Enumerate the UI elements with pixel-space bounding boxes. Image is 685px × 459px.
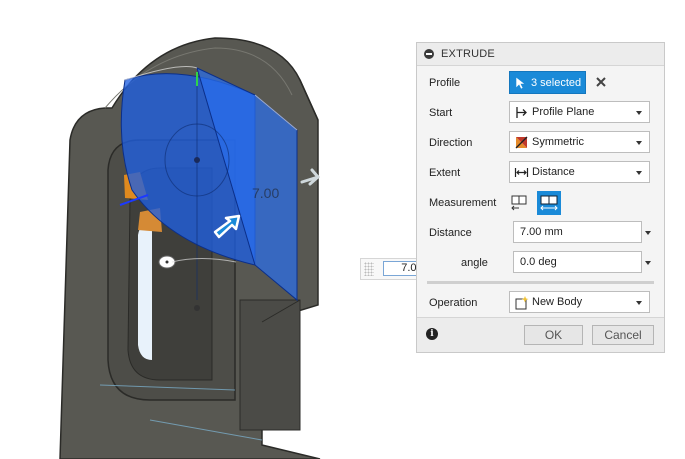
chevron-down-icon: [636, 301, 642, 305]
profile-value: 3 selected: [531, 77, 582, 89]
measurement-label: Measurement: [429, 197, 497, 209]
extent-dropdown[interactable]: Distance: [509, 161, 650, 183]
chevron-down-icon[interactable]: [645, 231, 651, 235]
extent-label: Extent: [429, 167, 461, 179]
panel-footer: i OK Cancel: [417, 317, 664, 352]
direction-dropdown[interactable]: Symmetric: [509, 131, 650, 153]
distance-value: 7.00 mm: [520, 226, 563, 238]
extrude-panel: EXTRUDE Profile 3 selected Start Profile…: [416, 42, 665, 353]
distance-icon: [514, 168, 529, 177]
taper-angle-field[interactable]: 0.0 deg: [513, 251, 642, 273]
measure-one-side-icon[interactable]: [509, 193, 529, 213]
distance-field[interactable]: 7.00 mm: [513, 221, 642, 243]
operation-value: New Body: [532, 296, 583, 308]
taper-angle-label: angle: [461, 257, 488, 269]
chevron-down-icon: [636, 171, 642, 175]
dimension-label: 7.00: [252, 185, 279, 201]
direction-value: Symmetric: [532, 136, 584, 148]
chevron-down-icon: [636, 111, 642, 115]
profile-plane-icon: [516, 107, 527, 118]
panel-title: EXTRUDE: [441, 48, 495, 60]
profile-label: Profile: [429, 77, 461, 89]
operation-dropdown[interactable]: New Body: [509, 291, 650, 313]
ok-button[interactable]: OK: [524, 325, 583, 345]
close-icon[interactable]: [594, 75, 608, 89]
direction-label: Direction: [429, 137, 473, 149]
chevron-down-icon[interactable]: [645, 261, 651, 265]
measure-whole-length-icon[interactable]: [537, 191, 561, 215]
start-label: Start: [429, 107, 453, 119]
taper-angle-value: 0.0 deg: [520, 256, 557, 268]
symmetric-icon: [515, 136, 528, 149]
distance-label: Distance: [429, 227, 472, 239]
cancel-button[interactable]: Cancel: [592, 325, 654, 345]
chevron-down-icon: [636, 141, 642, 145]
start-dropdown[interactable]: Profile Plane: [509, 101, 650, 123]
divider: [427, 281, 654, 284]
extent-value: Distance: [532, 166, 575, 178]
profile-select-button[interactable]: 3 selected: [509, 71, 586, 94]
collapse-icon[interactable]: [424, 49, 434, 59]
panel-header: EXTRUDE: [417, 43, 664, 66]
cursor-select-icon: [515, 76, 526, 90]
new-body-icon: [515, 296, 529, 310]
info-icon[interactable]: i: [426, 328, 438, 340]
operation-label: Operation: [429, 297, 478, 309]
drag-grip-icon[interactable]: [364, 262, 374, 276]
start-value: Profile Plane: [532, 106, 595, 118]
